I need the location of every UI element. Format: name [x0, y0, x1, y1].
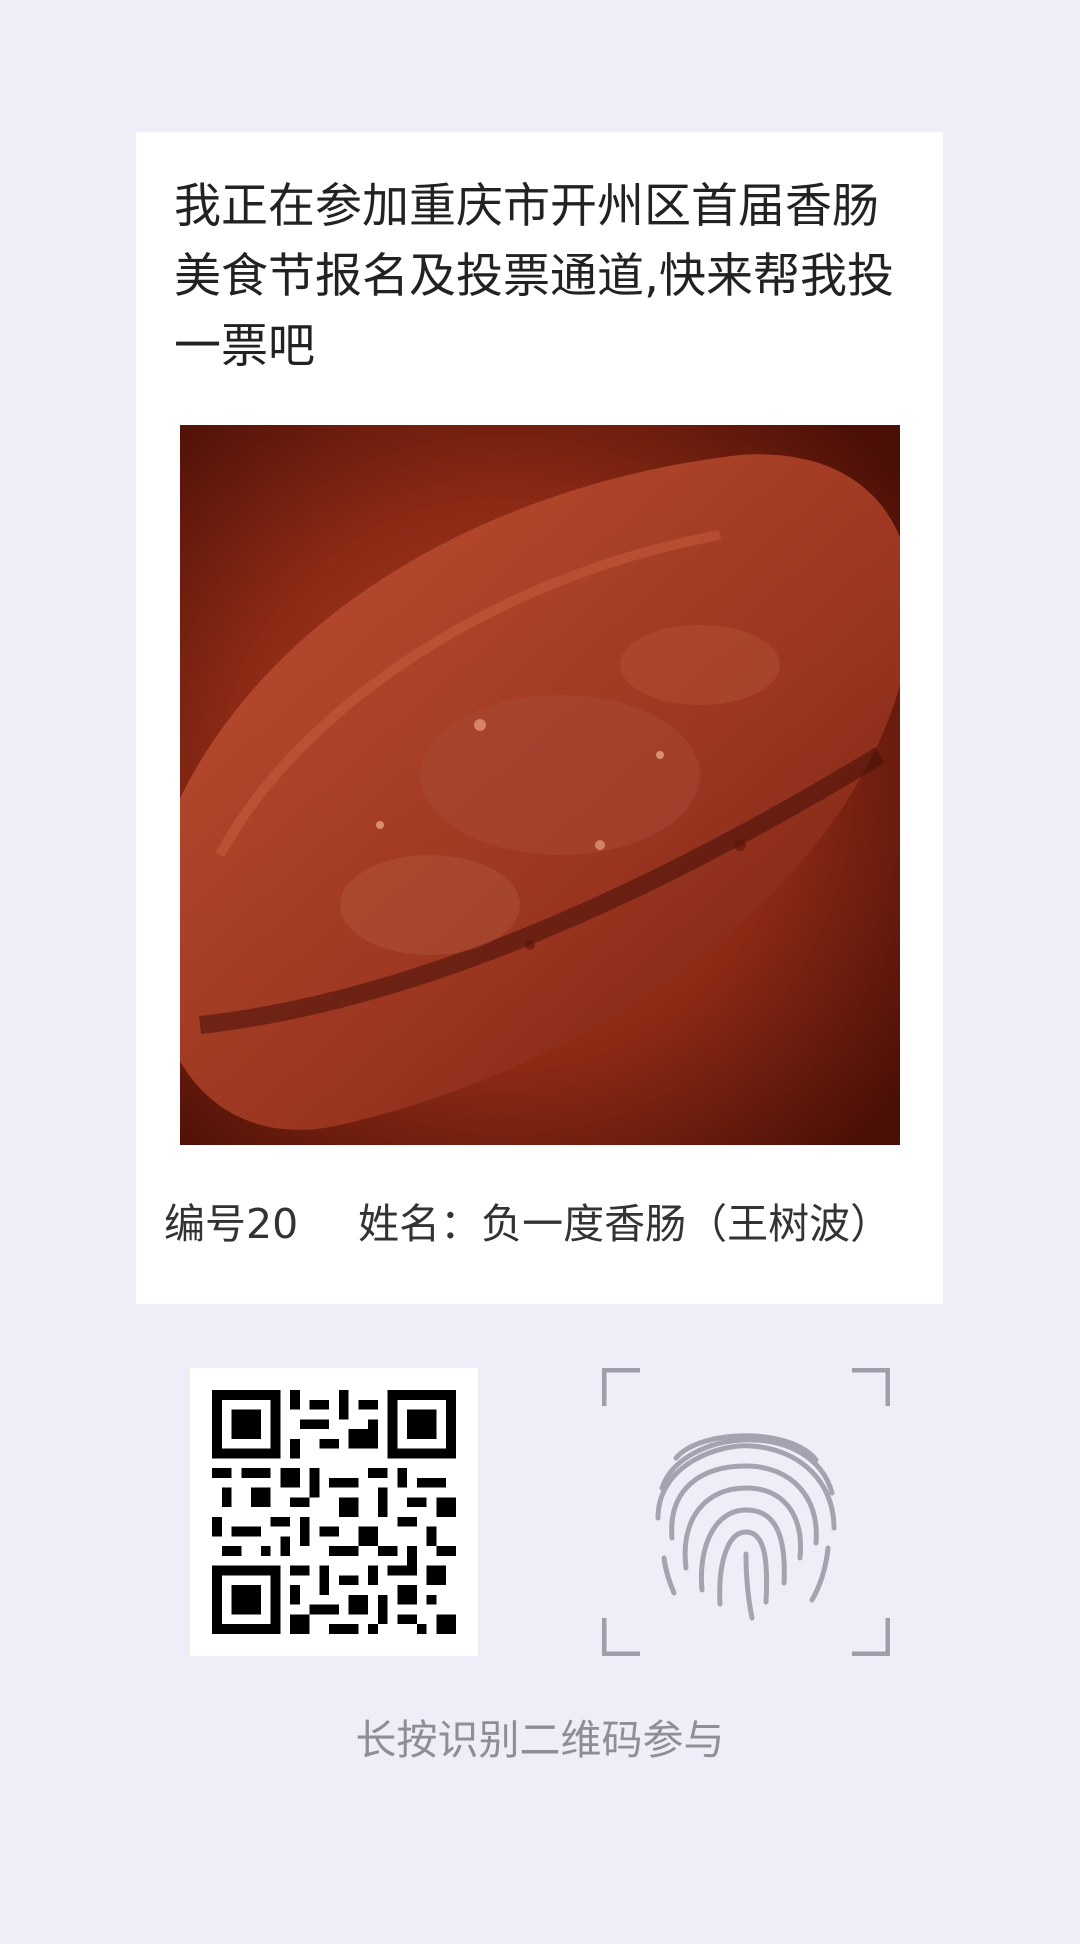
sausage-photo	[180, 425, 900, 1145]
entry-name: 姓名：负一度香肠（王树波）	[358, 1200, 892, 1248]
qr-code-icon[interactable]	[190, 1368, 478, 1656]
scan-hint: 长按识别二维码参与	[355, 1716, 725, 1764]
entry-info: 编号20 姓名：负一度香肠（王树波）	[164, 1190, 891, 1250]
entry-number: 编号20	[164, 1200, 299, 1248]
fingerprint-icon	[602, 1368, 890, 1656]
fingerprint-scan-area[interactable]	[602, 1368, 890, 1656]
poster-headline: 我正在参加重庆市开州区首届香肠美食节报名及投票通道,快来帮我投一票吧	[174, 179, 894, 374]
poster-card: 我正在参加重庆市开州区首届香肠美食节报名及投票通道,快来帮我投一票吧 编号20 …	[136, 132, 943, 1304]
